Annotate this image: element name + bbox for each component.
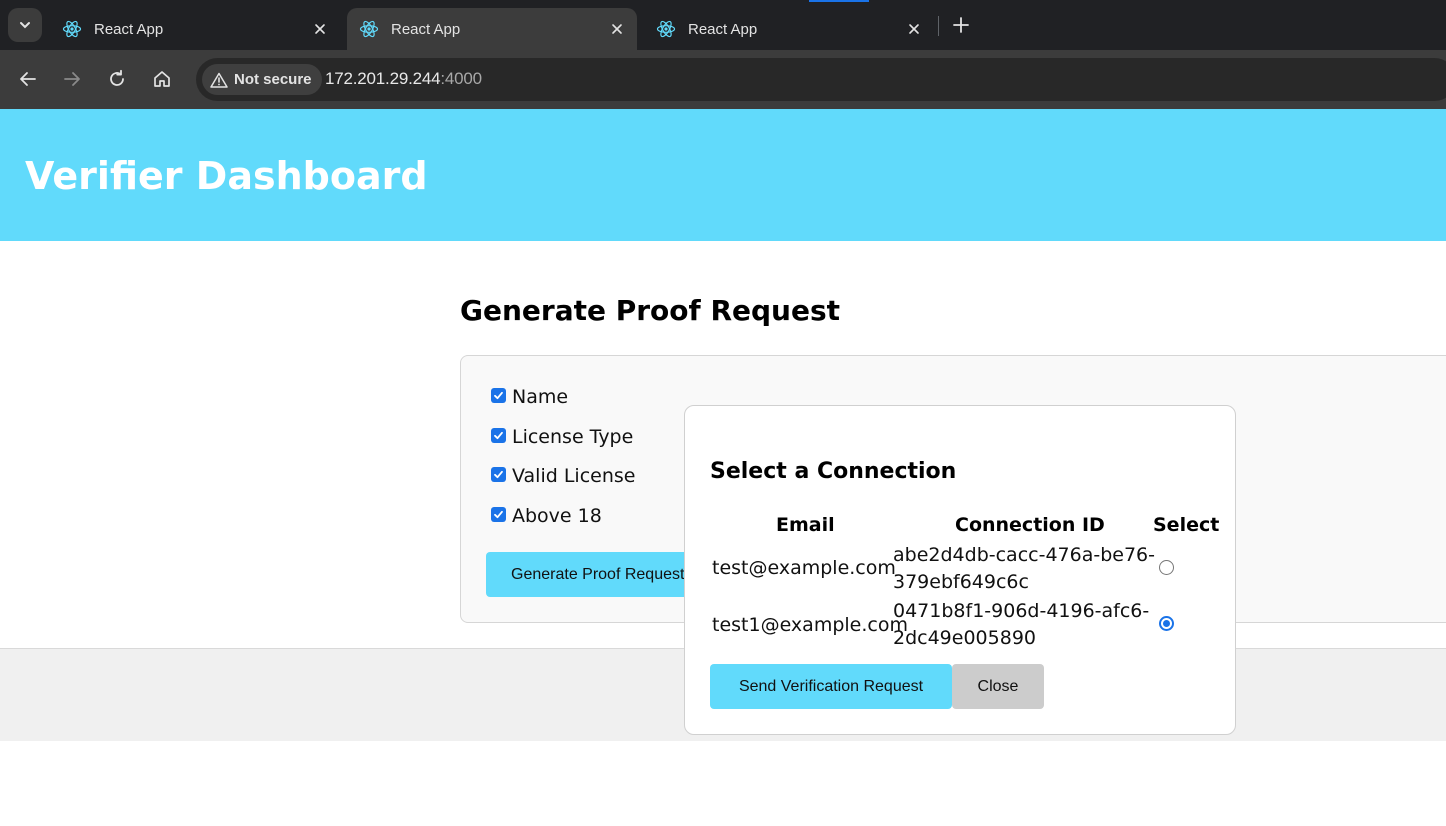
url-port: :4000 (440, 69, 482, 88)
react-icon (656, 20, 676, 38)
close-icon[interactable] (312, 21, 328, 37)
attribute-name-option[interactable]: Name (491, 386, 568, 408)
column-header-connection-id: Connection ID (955, 514, 1105, 536)
proof-request-title: Generate Proof Request (460, 294, 841, 327)
column-header-email: Email (776, 514, 835, 536)
connection-email: test1@example.com (712, 614, 908, 636)
browser-tab-1[interactable]: React App (50, 8, 340, 50)
reload-icon (110, 69, 124, 86)
browser-tab-3[interactable]: React App (644, 8, 934, 50)
checkbox-checked[interactable] (491, 427, 506, 443)
check-icon (494, 391, 503, 399)
reload-button[interactable] (103, 65, 131, 93)
arrow-left-icon (20, 72, 36, 86)
check-icon (494, 470, 503, 478)
tab-divider (938, 16, 939, 36)
security-label: Not secure (234, 71, 312, 88)
url-host: 172.201.29.244 (325, 69, 441, 88)
arrow-right-icon (64, 72, 80, 86)
page-header: Verifier Dashboard (0, 109, 1446, 241)
checkbox-checked[interactable] (491, 506, 506, 522)
connection-id-line: abe2d4db-cacc-476a-be76- (893, 544, 1155, 566)
react-icon (359, 20, 379, 38)
chevron-down-icon (20, 22, 30, 29)
send-verification-request-button[interactable]: Send Verification Request (710, 664, 952, 709)
attribute-label: Valid License (512, 465, 636, 487)
browser-tab-2[interactable]: React App (347, 8, 637, 50)
column-header-select: Select (1153, 514, 1220, 536)
back-button[interactable] (14, 65, 42, 93)
close-icon[interactable] (609, 21, 625, 37)
generate-proof-request-button[interactable]: Generate Proof Request (486, 552, 706, 597)
site-security-chip[interactable]: Not secure (202, 64, 322, 95)
connection-id-line: 379ebf649c6c (893, 571, 1029, 593)
react-icon (62, 20, 82, 38)
checkbox-checked[interactable] (491, 387, 506, 403)
connection-id-line: 2dc49e005890 (893, 627, 1036, 649)
select-connection-modal: Select a Connection Email Connection ID … (684, 405, 1236, 735)
page-title: Verifier Dashboard (25, 154, 428, 198)
tab-indicator (809, 0, 869, 2)
browser-tab-strip: React App React App React App (0, 0, 1446, 50)
home-button[interactable] (148, 65, 176, 93)
attribute-valid-license-option[interactable]: Valid License (491, 465, 635, 487)
connection-email: test@example.com (712, 557, 896, 579)
attribute-above-18-option[interactable]: Above 18 (491, 505, 602, 527)
select-connection-radio[interactable] (1159, 560, 1174, 575)
connection-id-line: 0471b8f1-906d-4196-afc6- (893, 600, 1150, 622)
url-text[interactable]: 172.201.29.244:4000 (325, 69, 482, 89)
attribute-license-type-option[interactable]: License Type (491, 426, 633, 448)
attribute-label: Above 18 (512, 505, 602, 527)
warning-icon (210, 72, 228, 88)
tab-title: React App (688, 20, 758, 38)
connection-id: abe2d4db-cacc-476a-be76- 379ebf649c6c (893, 542, 1155, 596)
modal-title: Select a Connection (710, 459, 957, 484)
home-icon (154, 71, 170, 87)
address-bar[interactable]: Not secure 172.201.29.244:4000 (196, 58, 1446, 101)
select-connection-radio-selected[interactable] (1159, 616, 1174, 631)
attribute-label: License Type (512, 426, 634, 448)
close-icon[interactable] (906, 21, 922, 37)
check-icon (494, 510, 503, 518)
tab-search-button[interactable] (8, 8, 42, 42)
check-icon (494, 431, 503, 439)
tab-title: React App (94, 20, 164, 38)
connection-id: 0471b8f1-906d-4196-afc6- 2dc49e005890 (893, 598, 1149, 652)
tab-title: React App (391, 20, 461, 38)
new-tab-button[interactable] (948, 12, 974, 38)
close-modal-button[interactable]: Close (952, 664, 1044, 709)
checkbox-checked[interactable] (491, 466, 506, 482)
forward-button[interactable] (58, 65, 86, 93)
browser-toolbar: Not secure 172.201.29.244:4000 (0, 50, 1446, 109)
attribute-label: Name (512, 386, 569, 408)
plus-icon (953, 17, 969, 33)
